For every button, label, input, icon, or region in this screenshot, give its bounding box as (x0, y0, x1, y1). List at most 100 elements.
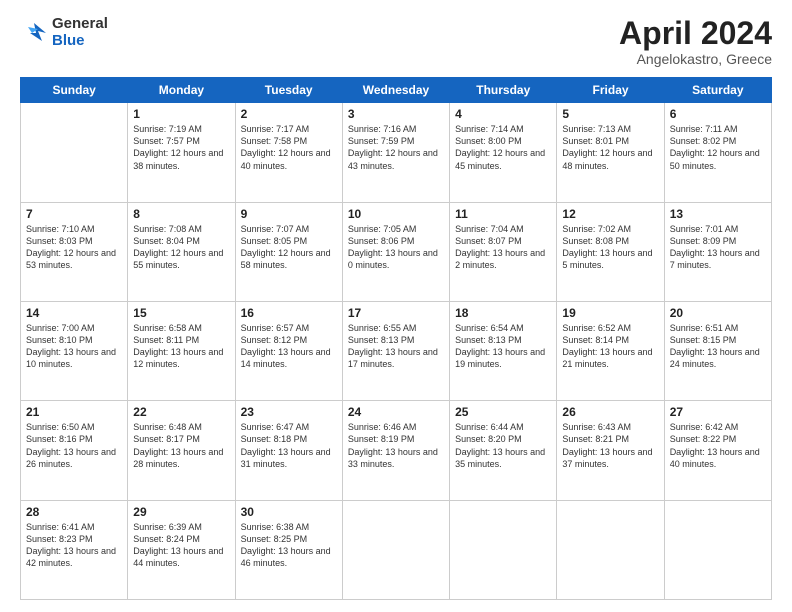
title-location: Angelokastro, Greece (619, 51, 772, 67)
calendar-cell: 4Sunrise: 7:14 AMSunset: 8:00 PMDaylight… (450, 103, 557, 202)
day-number: 30 (241, 505, 337, 519)
calendar-cell (342, 500, 449, 599)
calendar-cell: 16 Sunrise: 6:57 AMSunset: 8:12 PMDayligh… (235, 301, 342, 400)
day-info: Sunrise: 6:44 AMSunset: 8:20 PMDaylight:… (455, 421, 551, 470)
logo-icon (20, 19, 48, 47)
day-info: Sunrise: 6:41 AMSunset: 8:23 PMDaylight:… (26, 521, 122, 570)
day-info: Sunrise: 7:02 AMSunset: 8:08 PMDaylight:… (562, 223, 658, 272)
calendar-cell: 24 Sunrise: 6:46 AMSunset: 8:19 PMDayligh… (342, 401, 449, 500)
day-number: 11 (455, 207, 551, 221)
day-number: 28 (26, 505, 122, 519)
weekday-header-thursday: Thursday (450, 78, 557, 103)
calendar-cell: 20 Sunrise: 6:51 AMSunset: 8:15 PMDayligh… (664, 301, 771, 400)
logo-general: General (52, 15, 108, 32)
day-number: 6 (670, 107, 766, 121)
weekday-header-wednesday: Wednesday (342, 78, 449, 103)
day-number: 8 (133, 207, 229, 221)
day-number: 10 (348, 207, 444, 221)
day-number: 25 (455, 405, 551, 419)
day-number: 14 (26, 306, 122, 320)
calendar-week-3: 21Sunrise: 6:50 AMSunset: 8:16 PMDayligh… (21, 401, 772, 500)
day-number: 21 (26, 405, 122, 419)
day-number: 9 (241, 207, 337, 221)
logo: General Blue (20, 16, 108, 49)
day-info: Sunrise: 7:01 AMSunset: 8:09 PMDaylight:… (670, 223, 766, 272)
day-info: Sunrise: 7:08 AMSunset: 8:04 PMDaylight:… (133, 223, 229, 272)
day-info: Sunrise: 6:46 AMSunset: 8:19 PMDaylight:… (348, 421, 444, 470)
calendar-cell: 5 Sunrise: 7:13 AMSunset: 8:01 PMDaylight… (557, 103, 664, 202)
calendar-table: SundayMondayTuesdayWednesdayThursdayFrid… (20, 77, 772, 600)
weekday-header-friday: Friday (557, 78, 664, 103)
calendar-week-2: 14 Sunrise: 7:00 AMSunset: 8:10 PMDayligh… (21, 301, 772, 400)
day-info: Sunrise: 6:39 AMSunset: 8:24 PMDaylight:… (133, 521, 229, 570)
calendar-cell: 6 Sunrise: 7:11 AMSunset: 8:02 PMDaylight… (664, 103, 771, 202)
header: General Blue April 2024 Angelokastro, Gr… (20, 16, 772, 67)
calendar-cell: 7Sunrise: 7:10 AMSunset: 8:03 PMDaylight… (21, 202, 128, 301)
calendar-cell: 14 Sunrise: 7:00 AMSunset: 8:10 PMDayligh… (21, 301, 128, 400)
calendar-cell (557, 500, 664, 599)
calendar-cell: 30 Sunrise: 6:38 AMSunset: 8:25 PMDayligh… (235, 500, 342, 599)
day-info: Sunrise: 7:13 AMSunset: 8:01 PMDaylight:… (562, 123, 658, 172)
day-number: 12 (562, 207, 658, 221)
day-number: 7 (26, 207, 122, 221)
day-info: Sunrise: 7:05 AMSunset: 8:06 PMDaylight:… (348, 223, 444, 272)
day-info: Sunrise: 6:42 AMSunset: 8:22 PMDaylight:… (670, 421, 766, 470)
calendar-cell (21, 103, 128, 202)
title-block: April 2024 Angelokastro, Greece (619, 16, 772, 67)
day-info: Sunrise: 6:57 AMSunset: 8:12 PMDaylight:… (241, 322, 337, 371)
day-number: 18 (455, 306, 551, 320)
logo-blue: Blue (52, 32, 85, 49)
calendar-cell: 13Sunrise: 7:01 AMSunset: 8:09 PMDayligh… (664, 202, 771, 301)
calendar-cell (450, 500, 557, 599)
calendar-cell: 26 Sunrise: 6:43 AMSunset: 8:21 PMDayligh… (557, 401, 664, 500)
calendar-cell: 15Sunrise: 6:58 AMSunset: 8:11 PMDayligh… (128, 301, 235, 400)
calendar-cell: 9Sunrise: 7:07 AMSunset: 8:05 PMDaylight… (235, 202, 342, 301)
day-number: 26 (562, 405, 658, 419)
day-number: 20 (670, 306, 766, 320)
day-info: Sunrise: 7:11 AMSunset: 8:02 PMDaylight:… (670, 123, 766, 172)
calendar-cell: 11Sunrise: 7:04 AMSunset: 8:07 PMDayligh… (450, 202, 557, 301)
day-number: 22 (133, 405, 229, 419)
day-number: 27 (670, 405, 766, 419)
calendar-cell: 29 Sunrise: 6:39 AMSunset: 8:24 PMDayligh… (128, 500, 235, 599)
day-info: Sunrise: 7:16 AMSunset: 7:59 PMDaylight:… (348, 123, 444, 172)
day-info: Sunrise: 6:52 AMSunset: 8:14 PMDaylight:… (562, 322, 658, 371)
day-number: 5 (562, 107, 658, 121)
calendar-cell: 3 Sunrise: 7:16 AMSunset: 7:59 PMDaylight… (342, 103, 449, 202)
day-number: 15 (133, 306, 229, 320)
day-number: 23 (241, 405, 337, 419)
day-number: 29 (133, 505, 229, 519)
calendar-cell: 17Sunrise: 6:55 AMSunset: 8:13 PMDayligh… (342, 301, 449, 400)
weekday-header-saturday: Saturday (664, 78, 771, 103)
day-number: 16 (241, 306, 337, 320)
title-month: April 2024 (619, 16, 772, 51)
day-info: Sunrise: 7:17 AMSunset: 7:58 PMDaylight:… (241, 123, 337, 172)
calendar-cell: 25 Sunrise: 6:44 AMSunset: 8:20 PMDayligh… (450, 401, 557, 500)
day-number: 24 (348, 405, 444, 419)
calendar-cell: 21Sunrise: 6:50 AMSunset: 8:16 PMDayligh… (21, 401, 128, 500)
weekday-header-monday: Monday (128, 78, 235, 103)
calendar-cell (664, 500, 771, 599)
day-info: Sunrise: 6:38 AMSunset: 8:25 PMDaylight:… (241, 521, 337, 570)
calendar-cell: 1 Sunrise: 7:19 AMSunset: 7:57 PMDaylight… (128, 103, 235, 202)
weekday-header-sunday: Sunday (21, 78, 128, 103)
day-info: Sunrise: 7:19 AMSunset: 7:57 PMDaylight:… (133, 123, 229, 172)
day-info: Sunrise: 6:54 AMSunset: 8:13 PMDaylight:… (455, 322, 551, 371)
day-info: Sunrise: 6:43 AMSunset: 8:21 PMDaylight:… (562, 421, 658, 470)
calendar-cell: 10 Sunrise: 7:05 AMSunset: 8:06 PMDayligh… (342, 202, 449, 301)
calendar-cell: 19 Sunrise: 6:52 AMSunset: 8:14 PMDayligh… (557, 301, 664, 400)
day-number: 1 (133, 107, 229, 121)
day-number: 2 (241, 107, 337, 121)
day-info: Sunrise: 7:00 AMSunset: 8:10 PMDaylight:… (26, 322, 122, 371)
day-number: 3 (348, 107, 444, 121)
calendar-cell: 22 Sunrise: 6:48 AMSunset: 8:17 PMDayligh… (128, 401, 235, 500)
day-info: Sunrise: 6:47 AMSunset: 8:18 PMDaylight:… (241, 421, 337, 470)
day-number: 19 (562, 306, 658, 320)
day-info: Sunrise: 6:51 AMSunset: 8:15 PMDaylight:… (670, 322, 766, 371)
day-number: 4 (455, 107, 551, 121)
calendar-cell: 8 Sunrise: 7:08 AMSunset: 8:04 PMDaylight… (128, 202, 235, 301)
calendar-cell: 23 Sunrise: 6:47 AMSunset: 8:18 PMDayligh… (235, 401, 342, 500)
calendar-cell: 27 Sunrise: 6:42 AMSunset: 8:22 PMDayligh… (664, 401, 771, 500)
day-info: Sunrise: 6:48 AMSunset: 8:17 PMDaylight:… (133, 421, 229, 470)
page: General Blue April 2024 Angelokastro, Gr… (0, 0, 792, 612)
